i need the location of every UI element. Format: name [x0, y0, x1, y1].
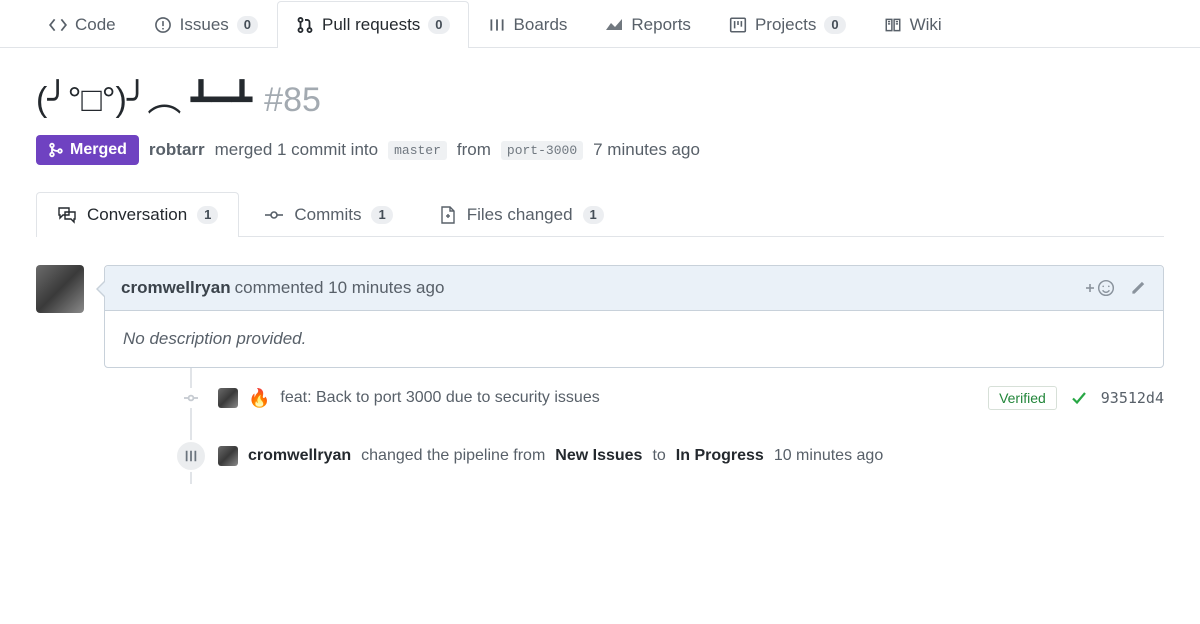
- merge-icon: [48, 142, 64, 158]
- verified-badge[interactable]: Verified: [988, 386, 1057, 410]
- tab-pull-requests-label: Pull requests: [322, 15, 420, 35]
- pr-main: (╯°□°)╯︵ ┻━┻ #85 Merged robtarr merged 1…: [0, 48, 1200, 494]
- state-badge-label: Merged: [70, 141, 127, 159]
- merge-text-1: merged 1 commit into: [215, 140, 378, 160]
- pr-title: (╯°□°)╯︵ ┻━┻: [36, 72, 252, 121]
- merge-author[interactable]: robtarr: [149, 140, 205, 160]
- pipeline-author-avatar[interactable]: [218, 446, 238, 466]
- comment-box: cromwellryan commented 10 minutes ago No…: [104, 265, 1164, 368]
- pr-tab-files-count: 1: [583, 206, 604, 224]
- comment-verb: commented: [235, 278, 324, 298]
- tab-issues-count: 0: [237, 16, 258, 34]
- commits-icon: [264, 207, 284, 223]
- tab-code-label: Code: [75, 15, 116, 35]
- projects-icon: [729, 16, 747, 34]
- pr-tab-files-label: Files changed: [467, 205, 573, 225]
- pr-tab-conversation-label: Conversation: [87, 205, 187, 225]
- comment-header: cromwellryan commented 10 minutes ago: [105, 266, 1163, 311]
- pr-tab-commits[interactable]: Commits 1: [243, 192, 413, 237]
- fire-emoji: 🔥: [248, 388, 270, 409]
- comment-body: No description provided.: [105, 311, 1163, 367]
- reports-icon: [605, 17, 623, 33]
- pipeline-to: In Progress: [676, 447, 764, 465]
- pr-number: #85: [264, 81, 321, 120]
- conversation-icon: [57, 206, 77, 224]
- pr-tab-commits-count: 1: [371, 206, 392, 224]
- tab-reports[interactable]: Reports: [586, 1, 710, 48]
- pull-request-icon: [296, 16, 314, 34]
- timeline: 🔥 feat: Back to port 3000 due to securit…: [104, 368, 1164, 484]
- pipeline-marker-icon: [175, 440, 207, 472]
- commit-author-avatar[interactable]: [218, 388, 238, 408]
- head-branch[interactable]: port-3000: [501, 141, 583, 160]
- tab-projects[interactable]: Projects 0: [710, 1, 865, 48]
- comment-actions: [1085, 279, 1147, 297]
- tab-reports-label: Reports: [631, 15, 691, 35]
- tab-projects-label: Projects: [755, 15, 816, 35]
- edit-comment-icon[interactable]: [1129, 279, 1147, 297]
- tab-boards-label: Boards: [514, 15, 568, 35]
- pipeline-text-2: to: [652, 447, 665, 465]
- pr-title-row: (╯°□°)╯︵ ┻━┻ #85: [36, 72, 1164, 121]
- comment-author[interactable]: cromwellryan: [121, 278, 231, 298]
- state-badge-merged: Merged: [36, 135, 139, 165]
- tab-boards[interactable]: Boards: [469, 1, 587, 48]
- timeline-pipeline-row: cromwellryan changed the pipeline from N…: [190, 428, 1164, 484]
- boards-icon: [488, 16, 506, 34]
- pipeline-from: New Issues: [555, 447, 642, 465]
- pipeline-text-1: changed the pipeline from: [361, 447, 545, 465]
- base-branch[interactable]: master: [388, 141, 447, 160]
- files-icon: [439, 205, 457, 225]
- code-icon: [49, 16, 67, 34]
- merge-text-from: from: [457, 140, 491, 160]
- tab-issues-label: Issues: [180, 15, 229, 35]
- pr-tab-conversation[interactable]: Conversation 1: [36, 192, 239, 237]
- tab-projects-count: 0: [824, 16, 845, 34]
- tab-pull-requests[interactable]: Pull requests 0: [277, 1, 469, 48]
- comment-author-avatar[interactable]: [36, 265, 84, 313]
- tab-wiki-label: Wiki: [910, 15, 942, 35]
- discussion: cromwellryan commented 10 minutes ago No…: [36, 265, 1164, 368]
- timeline-commit-row: 🔥 feat: Back to port 3000 due to securit…: [190, 368, 1164, 428]
- repo-tabs: Code Issues 0 Pull requests 0 Boards Rep…: [0, 0, 1200, 48]
- merge-time: 7 minutes ago: [593, 140, 700, 160]
- tab-pull-requests-count: 0: [428, 16, 449, 34]
- check-icon: [1071, 390, 1087, 406]
- tab-wiki[interactable]: Wiki: [865, 1, 961, 48]
- commit-message[interactable]: feat: Back to port 3000 due to security …: [280, 389, 599, 407]
- issue-icon: [154, 16, 172, 34]
- pr-tab-files[interactable]: Files changed 1: [418, 192, 625, 237]
- pr-tab-conversation-count: 1: [197, 206, 218, 224]
- commit-marker-icon: [181, 388, 201, 408]
- comment-time[interactable]: 10 minutes ago: [328, 278, 444, 298]
- commit-sha[interactable]: 93512d4: [1101, 389, 1164, 407]
- pr-tabs: Conversation 1 Commits 1 Files changed 1: [36, 191, 1164, 237]
- tab-issues[interactable]: Issues 0: [135, 1, 277, 48]
- tab-code[interactable]: Code: [30, 1, 135, 48]
- pr-meta: Merged robtarr merged 1 commit into mast…: [36, 135, 1164, 165]
- pipeline-author[interactable]: cromwellryan: [248, 447, 351, 465]
- pr-tab-commits-label: Commits: [294, 205, 361, 225]
- pipeline-time: 10 minutes ago: [774, 447, 883, 465]
- add-reaction-button[interactable]: [1085, 279, 1115, 297]
- wiki-icon: [884, 16, 902, 34]
